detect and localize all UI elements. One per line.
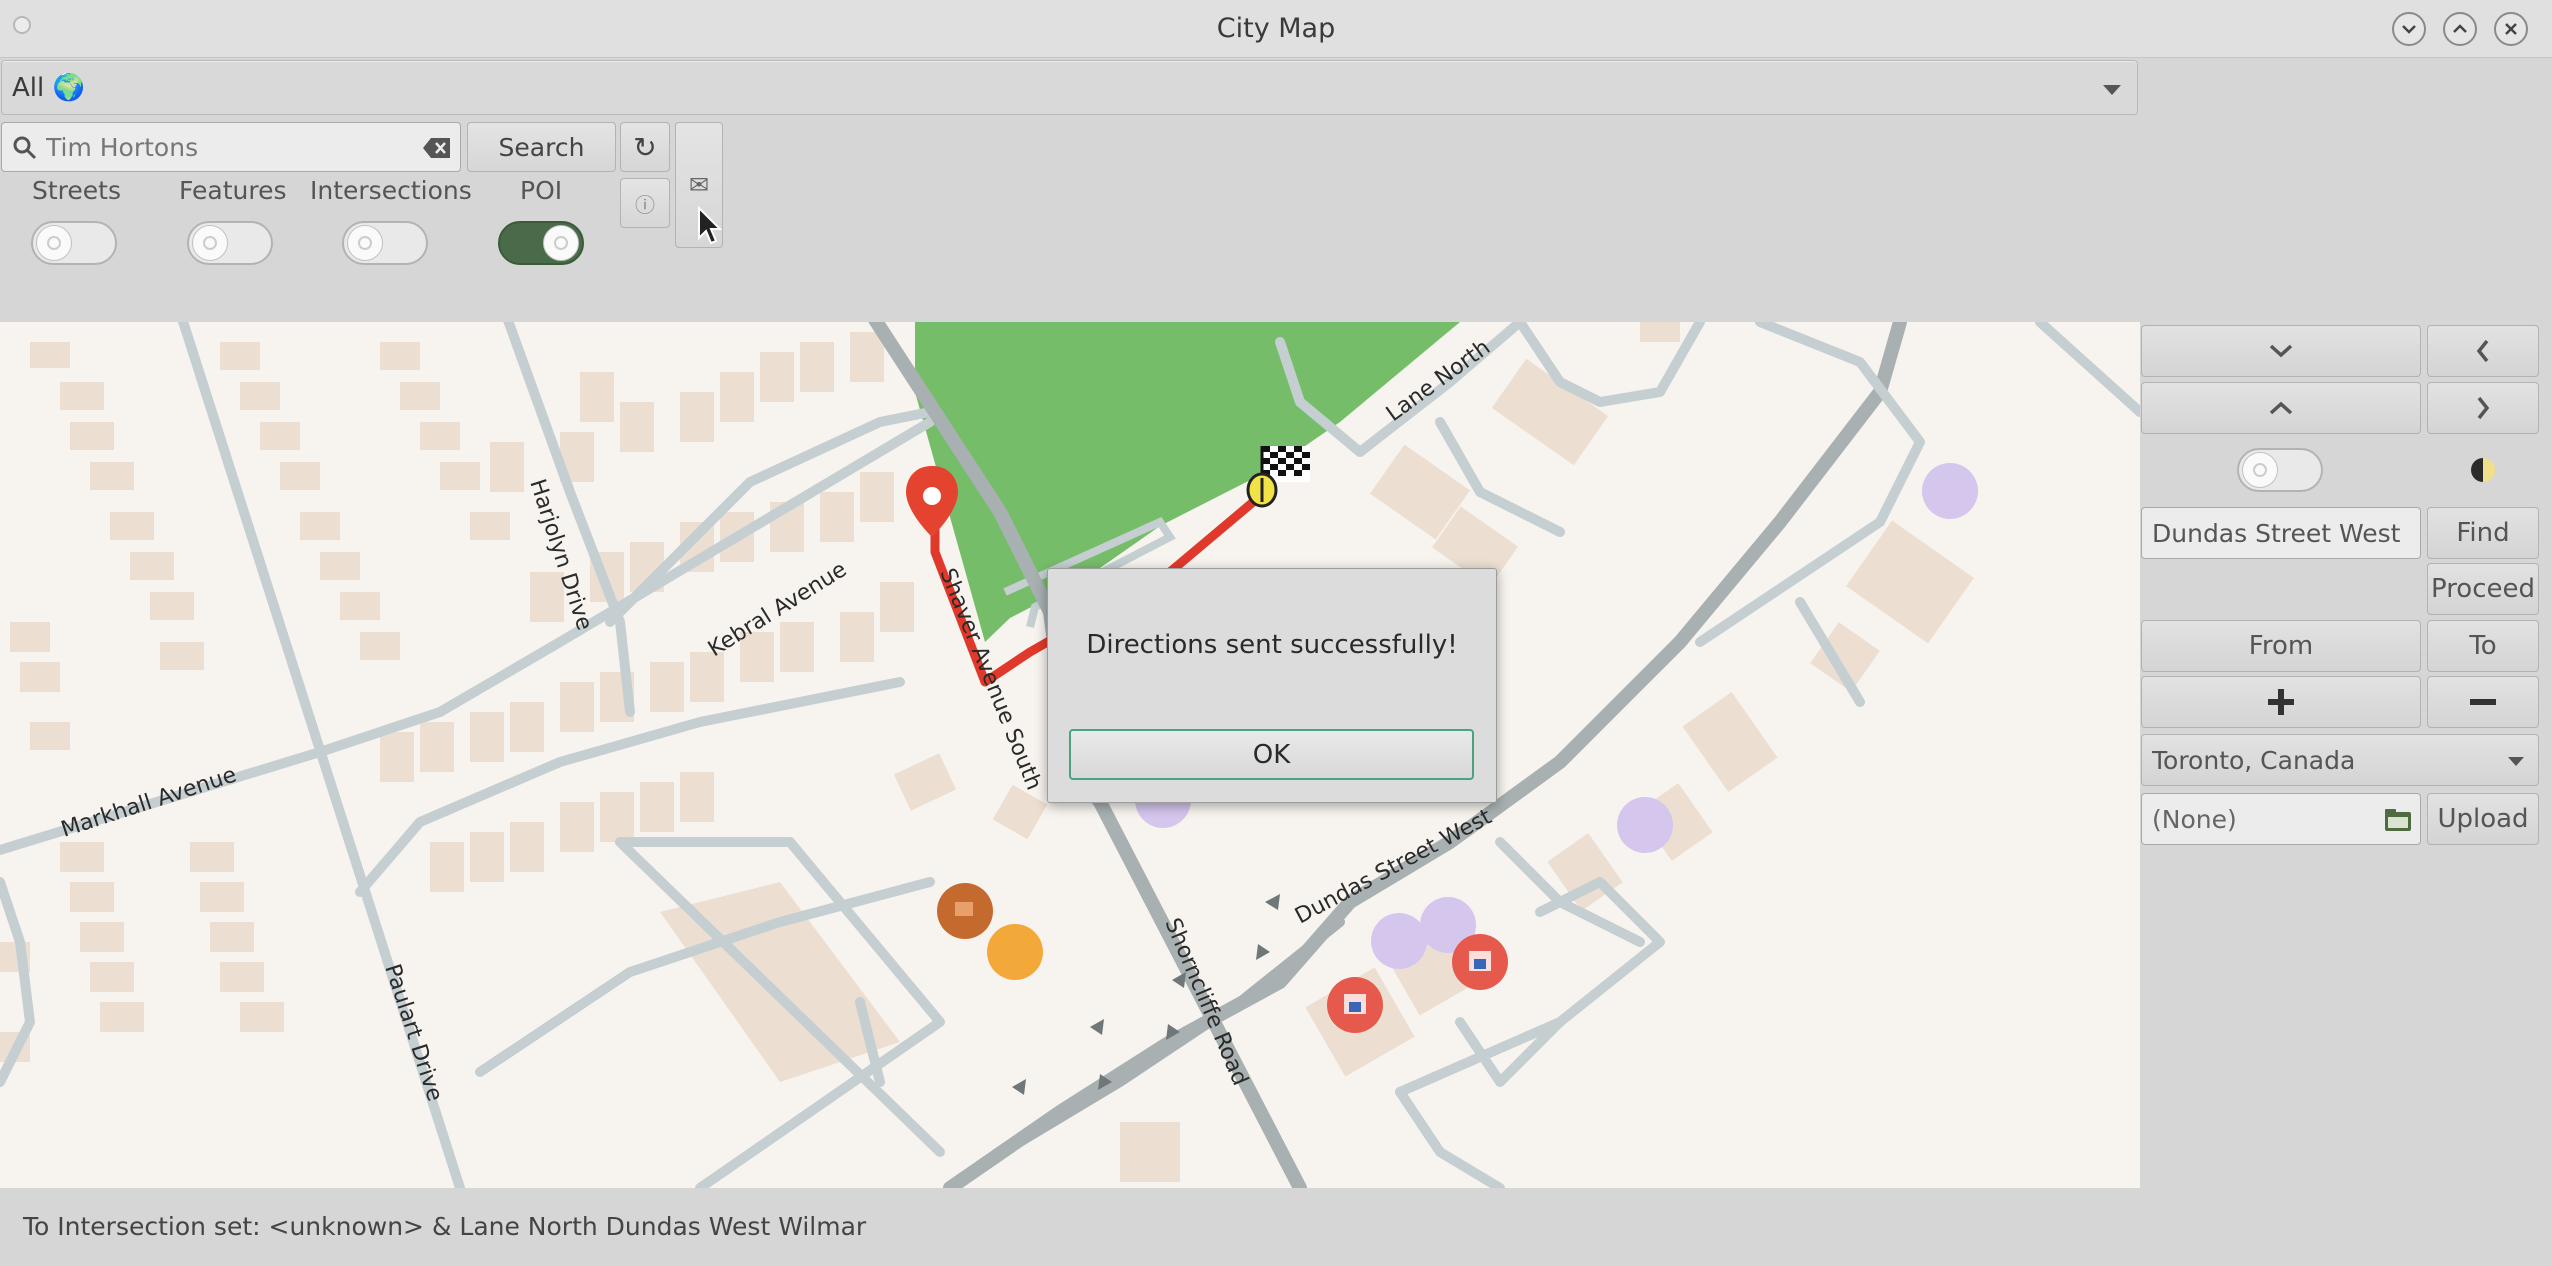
street-label-paulart: Paulart Drive (379, 961, 447, 1104)
pan-right-button[interactable] (2427, 382, 2539, 434)
intersections-toggle-label: Intersections (310, 176, 472, 205)
chevron-up-icon (2269, 401, 2293, 415)
contrast-icon (2471, 458, 2495, 482)
message-dialog: Directions sent successfully! OK (1047, 568, 1497, 803)
ok-button[interactable]: OK (1069, 729, 1474, 780)
night-mode-toggle[interactable] (2237, 448, 2323, 492)
streets-toggle[interactable] (31, 221, 117, 265)
info-button[interactable]: ⓘ (620, 178, 670, 228)
close-button[interactable] (2494, 12, 2528, 46)
chevron-left-icon (2476, 339, 2489, 363)
dropdown-arrow-icon (2103, 85, 2121, 95)
to-button[interactable]: To (2427, 620, 2539, 672)
search-icon (13, 136, 37, 160)
search-field[interactable] (1, 122, 461, 172)
title-bar: City Map (0, 0, 2552, 58)
close-icon (2505, 23, 2517, 35)
zoom-in-button[interactable] (2141, 676, 2421, 728)
street-label-markhall: Markhall Avenue (58, 762, 239, 842)
shop-icon (1327, 977, 1383, 1033)
features-toggle-label: Features (179, 176, 287, 205)
poi-toggle-label: POI (520, 176, 563, 205)
file-chooser[interactable]: (None) (2141, 793, 2421, 845)
refresh-button[interactable]: ↻ (620, 122, 670, 172)
window-title: City Map (1216, 13, 1336, 44)
poi-toggle[interactable] (498, 221, 584, 265)
search-button[interactable]: Search (467, 122, 616, 172)
zoom-out-button[interactable] (2427, 676, 2539, 728)
city-dropdown[interactable]: Toronto, Canada (2141, 734, 2539, 786)
status-text: To Intersection set: <unknown> & Lane No… (23, 1212, 867, 1241)
upload-button[interactable]: Upload (2427, 793, 2539, 845)
chevron-down-icon (2402, 25, 2416, 34)
cafe-icon (937, 883, 993, 939)
plus-icon (2268, 689, 2294, 715)
start-pin-icon (906, 466, 958, 537)
filter-dropdown[interactable]: All 🌍 (1, 60, 2138, 115)
search-input[interactable] (46, 129, 406, 165)
folder-icon (2385, 809, 2411, 831)
pan-down-button[interactable] (2141, 325, 2421, 377)
toggle-knob-icon (543, 225, 579, 261)
minimize-button[interactable] (2392, 12, 2426, 46)
poi-orange-icon (987, 924, 1043, 980)
shop-icon (1452, 934, 1508, 990)
chevron-right-icon (2477, 396, 2490, 420)
minus-icon (2470, 699, 2496, 705)
street-label-kebral: Kebral Avenue (704, 557, 851, 662)
clear-text-icon[interactable] (422, 136, 452, 160)
dropdown-arrow-icon (2508, 757, 2524, 766)
status-bar: To Intersection set: <unknown> & Lane No… (0, 1190, 2552, 1266)
mail-icon: ✉ (688, 171, 710, 199)
toggle-knob-icon (36, 225, 72, 261)
chevron-down-icon (2269, 344, 2293, 358)
mouse-cursor-icon (698, 206, 723, 245)
from-button[interactable]: From (2141, 620, 2421, 672)
toggle-knob-icon (192, 225, 228, 261)
features-toggle[interactable] (187, 221, 273, 265)
streets-toggle-label: Streets (32, 176, 121, 205)
city-selected-value: Toronto, Canada (2152, 745, 2356, 775)
toggle-knob-icon (347, 225, 383, 261)
pan-up-button[interactable] (2141, 382, 2421, 434)
proceed-button[interactable]: Proceed (2427, 563, 2539, 615)
chevron-up-icon (2453, 24, 2467, 33)
pan-left-button[interactable] (2427, 325, 2539, 377)
refresh-icon: ↻ (633, 130, 657, 164)
maximize-button[interactable] (2443, 12, 2477, 46)
find-street-input[interactable]: Dundas Street West (2141, 507, 2421, 559)
filter-selected-value: All 🌍 (12, 73, 85, 103)
dialog-message: Directions sent successfully! (1086, 630, 1458, 660)
file-chooser-value: (None) (2152, 804, 2237, 834)
find-button[interactable]: Find (2427, 507, 2539, 559)
intersections-toggle[interactable] (342, 221, 428, 265)
info-icon: ⓘ (635, 192, 655, 217)
toggle-knob-icon (2242, 452, 2278, 488)
